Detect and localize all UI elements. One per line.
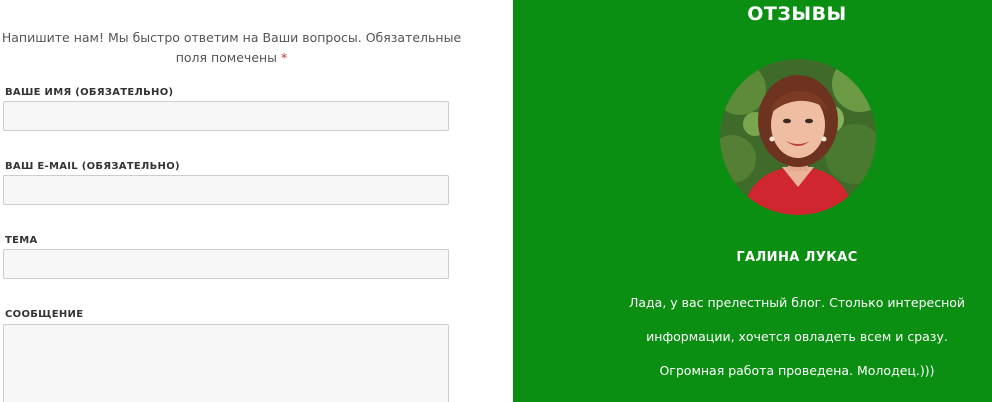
review-line: Лада, у вас прелестный блог. Столько инт…: [628, 295, 966, 310]
review-text: Лада, у вас прелестный блог. Столько инт…: [513, 286, 992, 388]
email-field-label: ВАШ E-MAIL (ОБЯЗАТЕЛЬНО): [5, 161, 180, 172]
reviewer-name: ГАЛИНА ЛУКАС: [736, 250, 858, 265]
message-textarea[interactable]: [3, 324, 449, 402]
email-field[interactable]: [3, 175, 449, 205]
review-line: информации, хочется овладеть всем и сраз…: [646, 329, 948, 344]
topic-field[interactable]: [3, 249, 449, 279]
name-field-label: ВАШЕ ИМЯ (ОБЯЗАТЕЛЬНО): [5, 87, 174, 98]
reviews-title: ОТЗЫВЫ: [747, 3, 847, 25]
message-field-label: СООБЩЕНИЕ: [5, 309, 84, 320]
name-field[interactable]: [3, 101, 449, 131]
review-line: Огромная работа проведена. Молодец.))): [659, 363, 935, 378]
reviewer-photo: [720, 59, 876, 215]
contact-form: Напишите нам! Мы быстро ответим на Ваши …: [0, 0, 513, 402]
required-asterisk: *: [281, 50, 288, 65]
topic-field-label: ТЕМА: [5, 235, 38, 246]
reviewer-avatar: [720, 59, 876, 215]
form-intro: Напишите нам! Мы быстро ответим на Ваши …: [0, 28, 463, 68]
form-intro-text: Напишите нам! Мы быстро ответим на Ваши …: [1, 30, 462, 65]
reviews-section: ОТЗЫВЫ ГАЛИНА ЛУКАС Лада, у вас прелестн…: [513, 0, 992, 402]
